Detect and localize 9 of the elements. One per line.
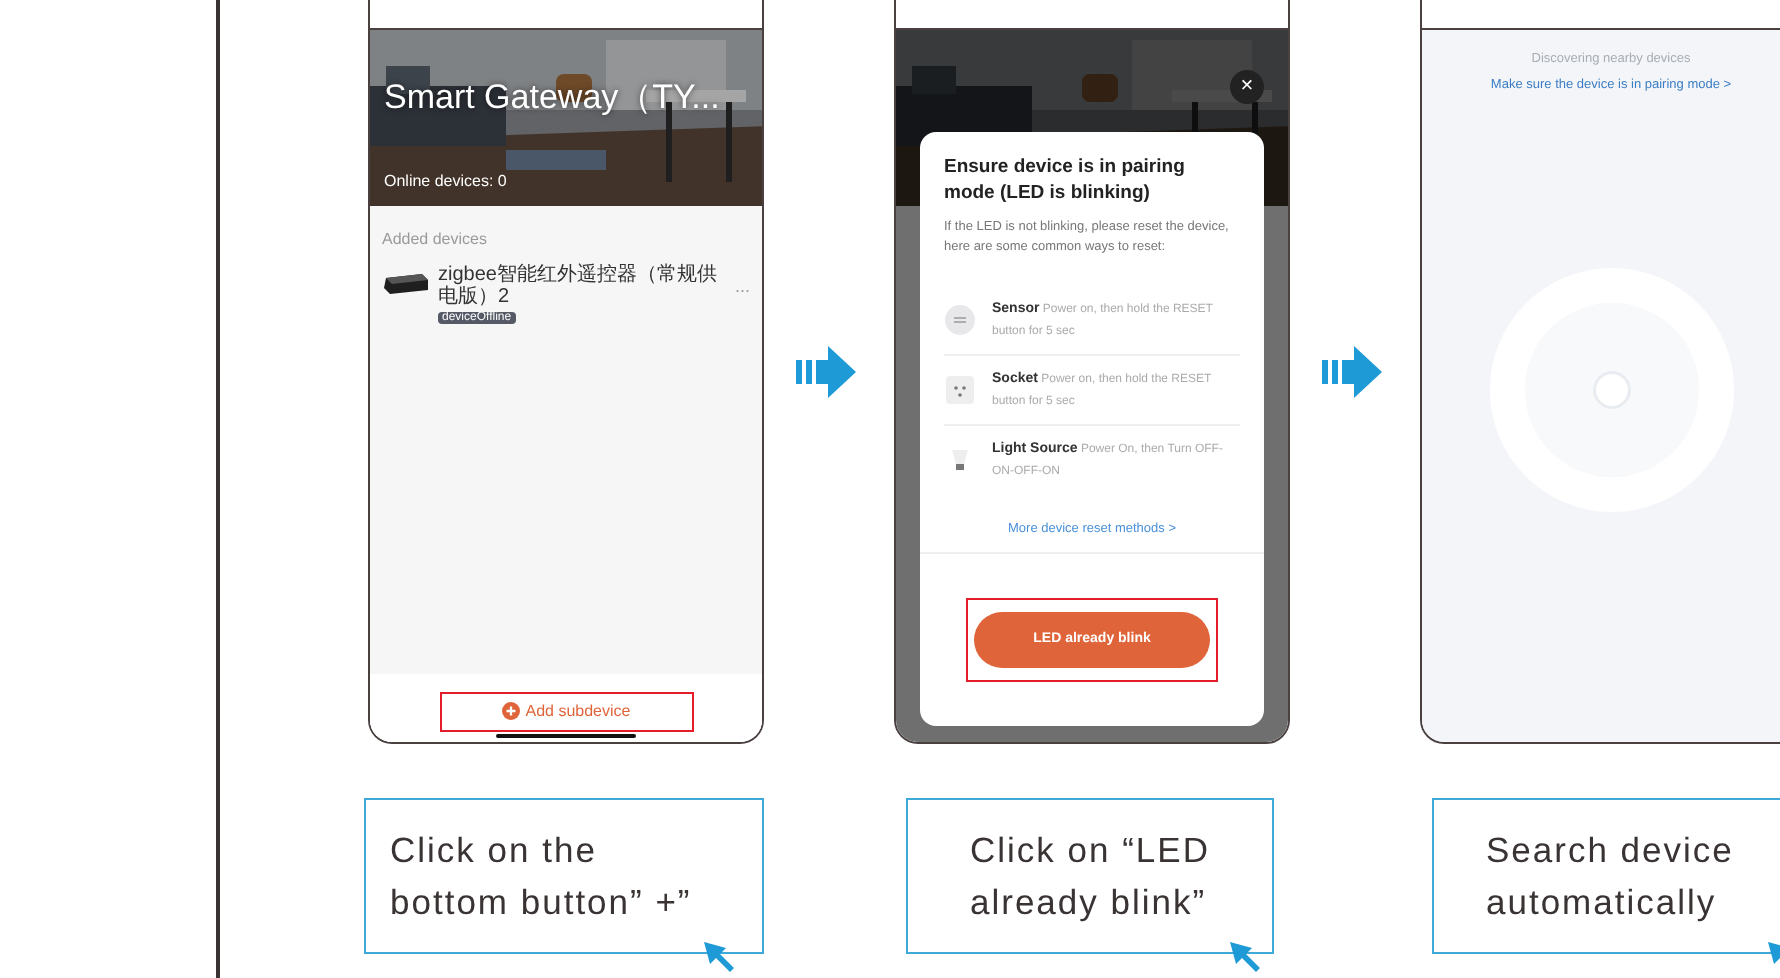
online-count: Online devices: 0 [384,172,507,190]
device-name[interactable]: zigbee智能红外遥控器（常规供电版）2 [438,264,727,308]
add-subdevice-button[interactable]: Add subdevice [439,691,693,731]
more-icon[interactable]: ... [734,276,750,296]
dialog-title: Ensure device is in pairing mode (LED is blinking) [944,156,1187,208]
step-caption: Click on “LED already blink” [970,827,1210,926]
section-label: Added devices [382,230,489,248]
step-caption: Search device automatically [1486,827,1734,926]
step-caption: Click on the bottom button” +” [390,827,692,926]
